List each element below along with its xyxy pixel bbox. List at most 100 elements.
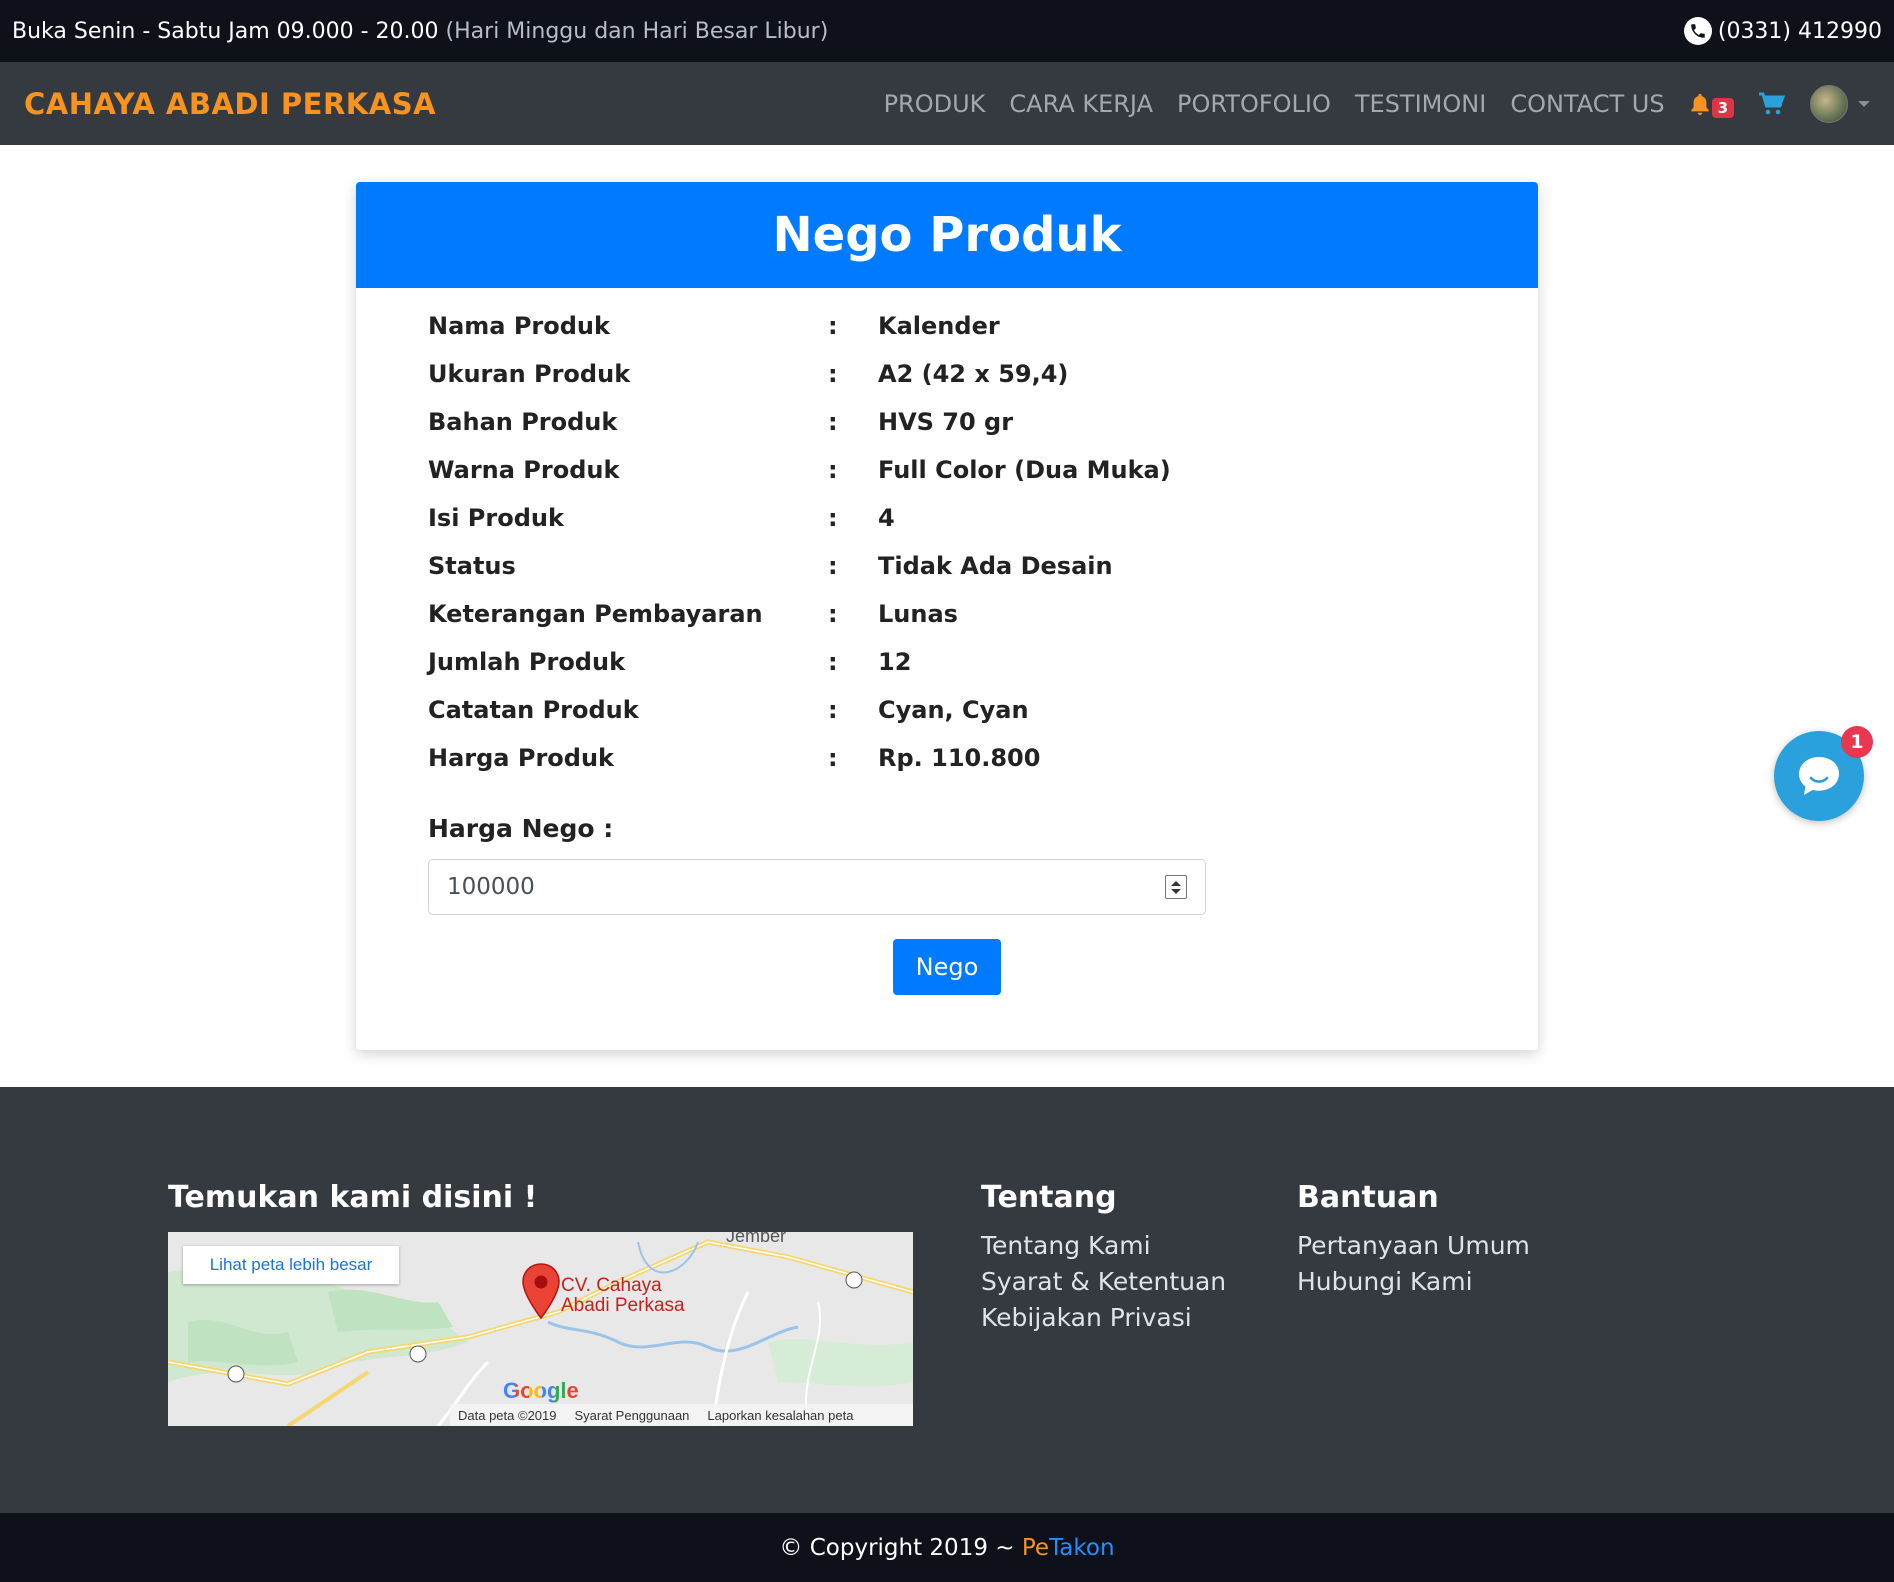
map-terms-link[interactable]: Syarat Penggunaan [574,1408,689,1423]
detail-value: 4 [878,504,895,532]
detail-value: Lunas [878,600,958,628]
detail-label: Jumlah Produk [428,648,626,676]
detail-separator: : [828,600,838,628]
detail-row-jumlah-produk: Jumlah Produk : 12 [428,638,1468,686]
detail-separator: : [828,504,838,532]
petakon-link-takon[interactable]: Takon [1049,1535,1115,1561]
notification-count-badge: 3 [1711,97,1734,118]
google-logo: Google [503,1378,579,1404]
detail-row-catatan-produk: Catatan Produk : Cyan, Cyan [428,686,1468,734]
detail-separator: : [828,408,838,436]
detail-separator: : [828,456,838,484]
cart-button[interactable] [1758,92,1786,116]
nav-link-portofolio[interactable]: PORTOFOLIO [1177,90,1331,118]
footer-link-pertanyaan-umum[interactable]: Pertanyaan Umum [1297,1231,1530,1260]
map-city-label: Jember [726,1232,787,1246]
detail-label: Catatan Produk [428,696,639,724]
detail-value: Tidak Ada Desain [878,552,1113,580]
footer-link-hubungi-kami[interactable]: Hubungi Kami [1297,1267,1473,1296]
detail-separator: : [828,360,838,388]
detail-label: Harga Produk [428,744,614,772]
phone-contact[interactable]: (0331) 412990 [1683,17,1882,45]
nav-link-contact-us[interactable]: CONTACT US [1510,90,1664,118]
copyright-bar: © Copyright 2019 ~ Pe Takon [0,1513,1894,1582]
footer-link-tentang-kami[interactable]: Tentang Kami [981,1231,1151,1260]
view-larger-map-link[interactable]: Lihat peta lebih besar [183,1246,399,1284]
card-title: Nego Produk [356,182,1538,288]
detail-label: Isi Produk [428,504,564,532]
detail-row-isi-produk: Isi Produk : 4 [428,494,1468,542]
nego-card: Nego Produk Nama Produk : Kalender Ukura… [356,182,1538,1050]
detail-label: Nama Produk [428,312,610,340]
bell-icon [1690,93,1709,115]
nego-button[interactable]: Nego [893,939,1001,995]
opening-hours-note: (Hari Minggu dan Hari Besar Libur) [445,18,829,44]
detail-separator: : [828,744,838,772]
top-info-bar: Buka Senin - Sabtu Jam 09.000 - 20.00 (H… [0,0,1894,62]
nego-price-value: 100000 [447,874,535,900]
phone-icon [1683,17,1712,45]
nav-link-testimoni[interactable]: TESTIMONI [1355,90,1486,118]
product-detail-list: Nama Produk : Kalender Ukuran Produk : A… [428,302,1468,782]
detail-value: Rp. 110.800 [878,744,1041,772]
cart-icon [1759,92,1786,114]
map-place-label-line2: Abadi Perkasa [561,1295,685,1316]
nav-link-cara-kerja[interactable]: CARA KERJA [1009,90,1153,118]
detail-label: Bahan Produk [428,408,618,436]
nego-price-input[interactable]: 100000 [428,859,1206,915]
detail-row-harga-produk: Harga Produk : Rp. 110.800 [428,734,1468,782]
nego-price-label: Harga Nego : [428,814,614,843]
footer-link-syarat-ketentuan[interactable]: Syarat & Ketentuan [981,1267,1226,1296]
detail-row-keterangan-pembayaran: Keterangan Pembayaran : Lunas [428,590,1468,638]
brand-logo[interactable]: CAHAYA ABADI PERKASA [24,87,436,121]
embedded-map[interactable]: Lihat peta lebih besar CV. Cahaya Abadi … [168,1232,913,1426]
detail-value: Full Color (Dua Muka) [878,456,1171,484]
google-logo-text: Google [503,1378,579,1403]
nav-links: PRODUK CARA KERJA PORTOFOLIO TESTIMONI C… [860,84,1870,123]
chat-bubble-icon [1799,757,1839,795]
detail-value: Kalender [878,312,1000,340]
detail-row-status: Status : Tidak Ada Desain [428,542,1468,590]
detail-row-nama-produk: Nama Produk : Kalender [428,302,1468,350]
detail-value: HVS 70 gr [878,408,1014,436]
chat-unread-badge: 1 [1841,726,1873,758]
phone-number: (0331) 412990 [1717,18,1882,44]
map-attribution-bar: Data peta ©2019 Syarat Penggunaan Lapork… [450,1404,913,1426]
detail-label: Status [428,552,516,580]
map-report-link[interactable]: Laporkan kesalahan peta [707,1408,853,1423]
petakon-link-pe[interactable]: Pe [1022,1535,1049,1561]
chevron-down-icon [1858,100,1870,107]
detail-row-warna-produk: Warna Produk : Full Color (Dua Muka) [428,446,1468,494]
detail-label: Warna Produk [428,456,620,484]
map-data-text: Data peta ©2019 [458,1407,557,1423]
tentang-title: Tentang [981,1180,1117,1215]
footer-link-kebijakan-privasi[interactable]: Kebijakan Privasi [981,1303,1192,1332]
detail-label: Ukuran Produk [428,360,631,388]
bantuan-title: Bantuan [1297,1180,1439,1215]
detail-label: Keterangan Pembayaran [428,600,763,628]
increment-arrow-icon[interactable] [1171,880,1181,886]
detail-separator: : [828,696,838,724]
footer: Temukan kami disini ! Lihat peta lebih b… [0,1087,1894,1513]
main-navbar: CAHAYA ABADI PERKASA PRODUK CARA KERJA P… [0,62,1894,145]
nav-link-produk[interactable]: PRODUK [884,90,986,118]
detail-row-bahan-produk: Bahan Produk : HVS 70 gr [428,398,1468,446]
opening-hours: Buka Senin - Sabtu Jam 09.000 - 20.00 (H… [12,19,828,44]
detail-separator: : [828,552,838,580]
detail-separator: : [828,648,838,676]
copyright-text: © Copyright 2019 ~ [779,1534,1022,1561]
map-place-label: CV. Cahaya Abadi Perkasa [561,1276,685,1316]
avatar [1810,84,1848,123]
detail-separator: : [828,312,838,340]
map-pin-icon[interactable] [520,1262,562,1320]
map-place-label-line1: CV. Cahaya [561,1275,662,1296]
detail-value: 12 [878,648,912,676]
notification-button[interactable]: 3 [1689,92,1734,118]
number-spinner[interactable] [1165,875,1187,899]
detail-value: Cyan, Cyan [878,696,1029,724]
map-section-title: Temukan kami disini ! [168,1180,538,1215]
detail-value: A2 (42 x 59,4) [878,360,1069,388]
decrement-arrow-icon[interactable] [1171,888,1181,894]
detail-row-ukuran-produk: Ukuran Produk : A2 (42 x 59,4) [428,350,1468,398]
user-menu[interactable] [1810,84,1870,123]
